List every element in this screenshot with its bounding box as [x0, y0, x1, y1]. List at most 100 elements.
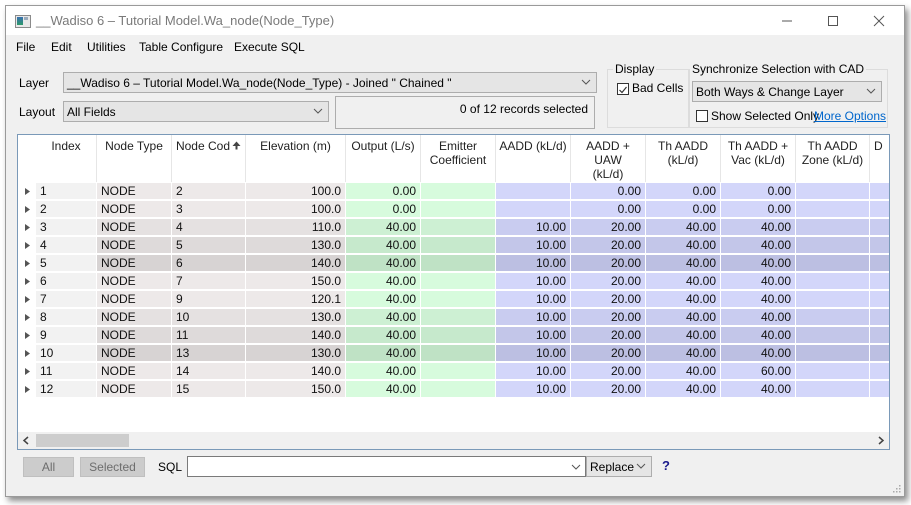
cell-aadd-uaw[interactable]: 20.00: [571, 273, 646, 290]
row-selector[interactable]: [18, 381, 36, 398]
cell-emitter[interactable]: [421, 291, 496, 308]
cell-elevation[interactable]: 130.0: [246, 237, 346, 254]
cell-elevation[interactable]: 100.0: [246, 201, 346, 218]
cell-partial[interactable]: [870, 363, 889, 380]
column-header-node-type[interactable]: Node Type: [97, 135, 172, 182]
column-header-index[interactable]: Index: [36, 135, 97, 182]
cell-th-aadd-zone[interactable]: [796, 381, 870, 398]
cell-emitter[interactable]: [421, 273, 496, 290]
cell-node-code[interactable]: 7: [172, 273, 246, 290]
row-selector[interactable]: [18, 345, 36, 362]
chevron-down-icon[interactable]: [571, 462, 581, 472]
column-header-partial[interactable]: D: [870, 135, 889, 182]
all-button[interactable]: All: [23, 457, 74, 477]
cell-node-type[interactable]: NODE: [97, 345, 172, 362]
cell-output[interactable]: 40.00: [346, 309, 421, 326]
selected-button[interactable]: Selected: [80, 457, 145, 477]
cell-th-aadd-vac[interactable]: 60.00: [721, 363, 796, 380]
cell-index[interactable]: 6: [36, 273, 97, 290]
cell-elevation[interactable]: 150.0: [246, 381, 346, 398]
row-selector[interactable]: [18, 201, 36, 218]
cell-th-aadd-zone[interactable]: [796, 201, 870, 218]
cell-th-aadd-vac[interactable]: 40.00: [721, 255, 796, 272]
cell-aadd-uaw[interactable]: 20.00: [571, 291, 646, 308]
row-selector[interactable]: [18, 255, 36, 272]
cell-node-code[interactable]: 11: [172, 327, 246, 344]
menu-utilities[interactable]: Utilities: [87, 40, 126, 54]
cell-output[interactable]: 40.00: [346, 273, 421, 290]
cell-partial[interactable]: [870, 201, 889, 218]
cell-index[interactable]: 8: [36, 309, 97, 326]
mode-select[interactable]: Replace: [586, 456, 652, 477]
cell-node-code[interactable]: 14: [172, 363, 246, 380]
cell-index[interactable]: 4: [36, 237, 97, 254]
help-button[interactable]: ?: [662, 458, 670, 473]
cell-node-type[interactable]: NODE: [97, 381, 172, 398]
cell-partial[interactable]: [870, 291, 889, 308]
column-header-elevation[interactable]: Elevation (m): [246, 135, 346, 182]
cell-th-aadd[interactable]: 40.00: [646, 291, 721, 308]
cell-index[interactable]: 3: [36, 219, 97, 236]
row-selector[interactable]: [18, 219, 36, 236]
cell-node-type[interactable]: NODE: [97, 273, 172, 290]
cell-emitter[interactable]: [421, 345, 496, 362]
cell-th-aadd[interactable]: 40.00: [646, 237, 721, 254]
cell-th-aadd-zone[interactable]: [796, 345, 870, 362]
cell-aadd[interactable]: 10.00: [496, 219, 571, 236]
sync-select[interactable]: Both Ways & Change Layer: [692, 81, 882, 102]
cell-aadd[interactable]: 10.00: [496, 273, 571, 290]
bad-cells-checkbox[interactable]: [617, 83, 629, 95]
cell-partial[interactable]: [870, 273, 889, 290]
cell-elevation[interactable]: 110.0: [246, 219, 346, 236]
cell-index[interactable]: 11: [36, 363, 97, 380]
column-header-th-aadd-zone[interactable]: Th AADD Zone (kL/d): [796, 135, 870, 182]
cell-aadd-uaw[interactable]: 20.00: [571, 255, 646, 272]
cell-index[interactable]: 9: [36, 327, 97, 344]
row-selector[interactable]: [18, 291, 36, 308]
column-header-node-code[interactable]: Node Cod: [172, 135, 246, 182]
cell-emitter[interactable]: [421, 219, 496, 236]
cell-node-type[interactable]: NODE: [97, 327, 172, 344]
menu-edit[interactable]: Edit: [51, 40, 72, 54]
menu-table-configure[interactable]: Table Configure: [139, 40, 223, 54]
resize-grip-icon[interactable]: [891, 483, 901, 493]
cell-node-type[interactable]: NODE: [97, 255, 172, 272]
cell-output[interactable]: 40.00: [346, 345, 421, 362]
menu-execute-sql[interactable]: Execute SQL: [234, 40, 305, 54]
cell-emitter[interactable]: [421, 201, 496, 218]
cell-th-aadd-zone[interactable]: [796, 183, 870, 200]
cell-th-aadd-vac[interactable]: 40.00: [721, 309, 796, 326]
cell-aadd-uaw[interactable]: 20.00: [571, 363, 646, 380]
cell-node-type[interactable]: NODE: [97, 237, 172, 254]
cell-th-aadd-vac[interactable]: 40.00: [721, 219, 796, 236]
column-header-emitter[interactable]: Emitter Coefficient: [421, 135, 496, 182]
cell-index[interactable]: 5: [36, 255, 97, 272]
cell-elevation[interactable]: 150.0: [246, 273, 346, 290]
cell-emitter[interactable]: [421, 183, 496, 200]
cell-emitter[interactable]: [421, 237, 496, 254]
cell-node-code[interactable]: 3: [172, 201, 246, 218]
cell-node-type[interactable]: NODE: [97, 363, 172, 380]
cell-aadd[interactable]: 10.00: [496, 381, 571, 398]
cell-th-aadd-vac[interactable]: 40.00: [721, 327, 796, 344]
more-options-link[interactable]: More Options: [814, 109, 886, 123]
cell-th-aadd-zone[interactable]: [796, 237, 870, 254]
cell-node-code[interactable]: 10: [172, 309, 246, 326]
cell-partial[interactable]: [870, 219, 889, 236]
cell-aadd[interactable]: 10.00: [496, 309, 571, 326]
maximize-button[interactable]: [810, 6, 856, 35]
scrollbar-thumb[interactable]: [36, 434, 129, 447]
cell-node-type[interactable]: NODE: [97, 219, 172, 236]
scroll-left-icon[interactable]: [22, 436, 30, 445]
cell-aadd-uaw[interactable]: 0.00: [571, 201, 646, 218]
cell-aadd[interactable]: 10.00: [496, 327, 571, 344]
cell-partial[interactable]: [870, 345, 889, 362]
cell-emitter[interactable]: [421, 381, 496, 398]
cell-th-aadd-vac[interactable]: 0.00: [721, 183, 796, 200]
cell-aadd-uaw[interactable]: 20.00: [571, 219, 646, 236]
cell-th-aadd-zone[interactable]: [796, 309, 870, 326]
cell-aadd[interactable]: 10.00: [496, 363, 571, 380]
cell-elevation[interactable]: 130.0: [246, 345, 346, 362]
cell-th-aadd-vac[interactable]: 40.00: [721, 345, 796, 362]
cell-aadd[interactable]: 10.00: [496, 237, 571, 254]
